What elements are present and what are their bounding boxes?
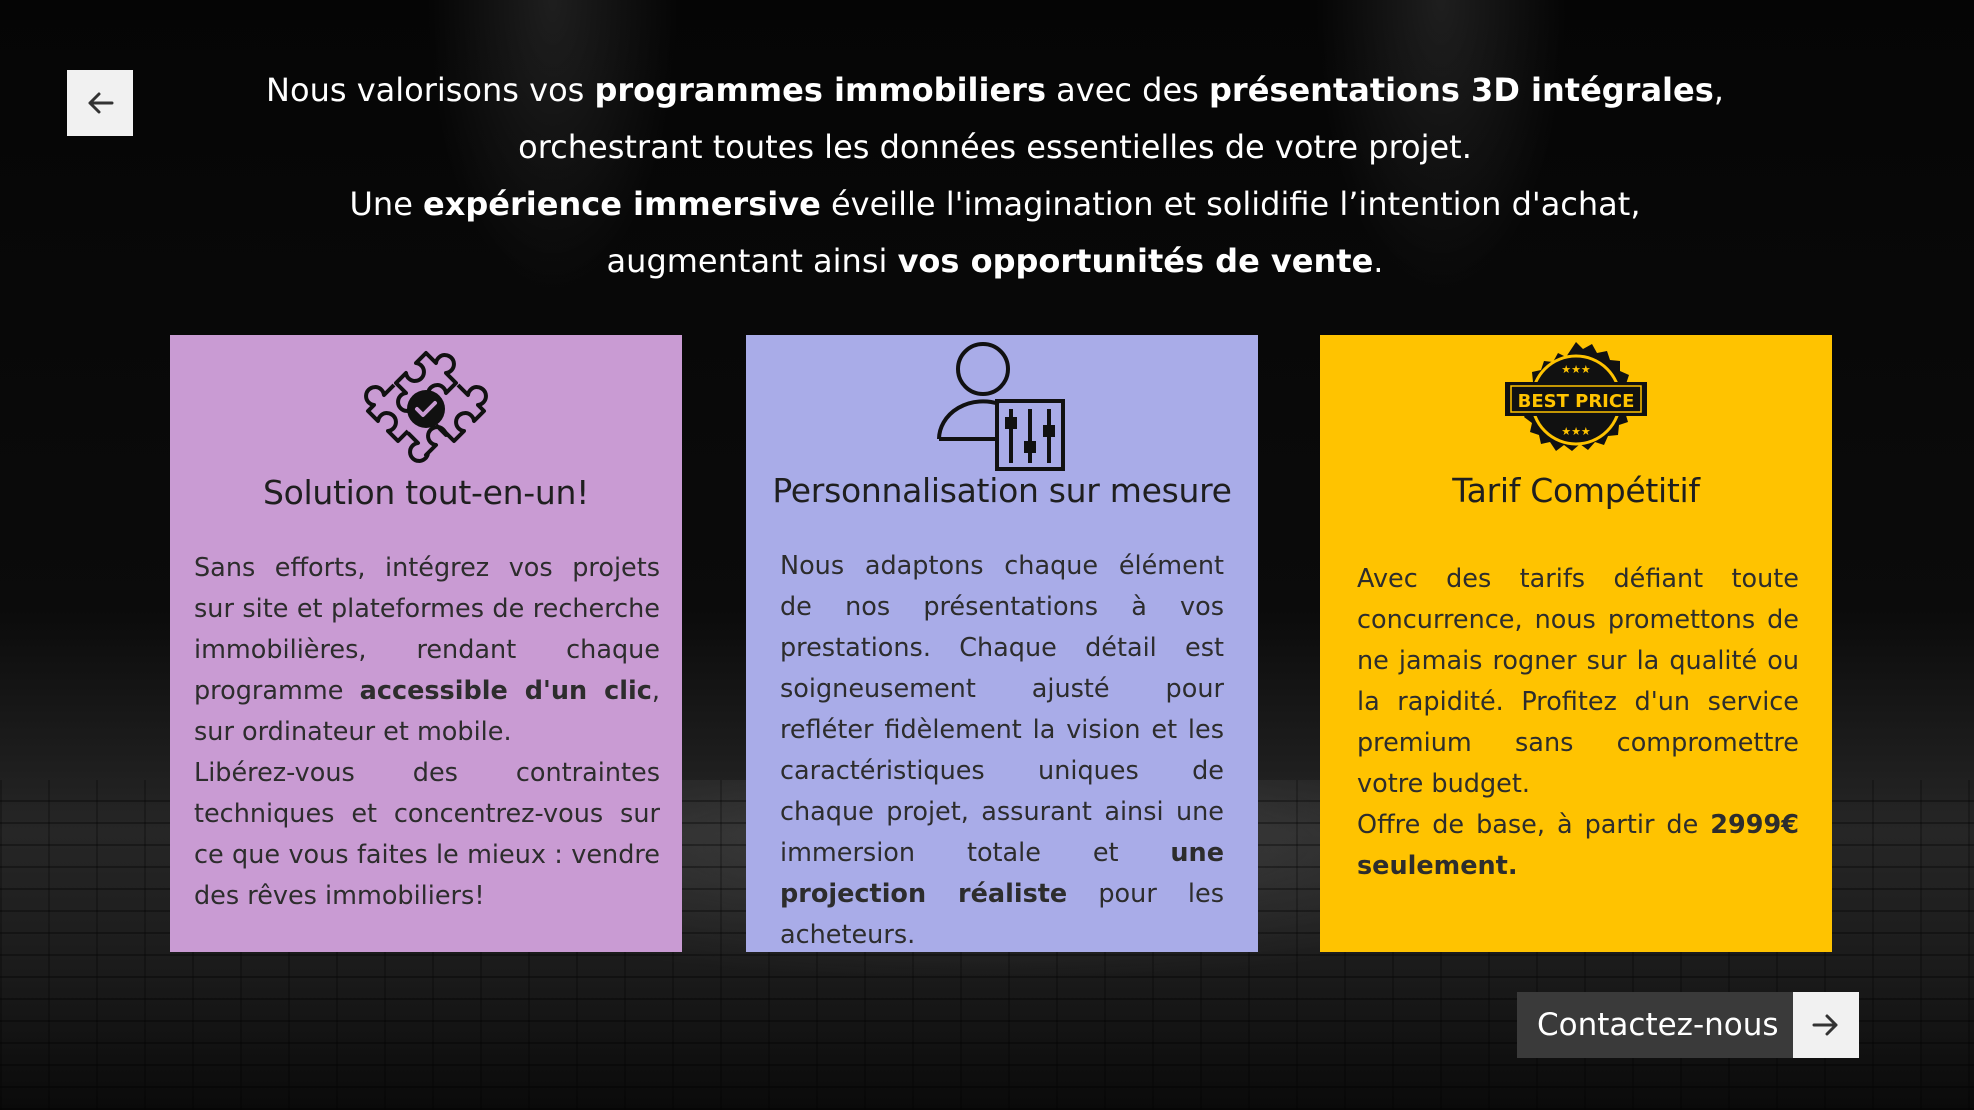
intro-text-bold: vos opportunités de vente <box>897 242 1374 280</box>
svg-text:★★★: ★★★ <box>1561 425 1591 438</box>
intro-text-segment: avec des <box>1046 71 1210 109</box>
intro-line-3: Une expérience immersive éveille l'imagi… <box>200 176 1790 233</box>
back-button[interactable] <box>67 70 133 136</box>
contact-label[interactable]: Contactez-nous <box>1517 992 1793 1058</box>
arrow-left-icon <box>88 92 114 114</box>
best-price-badge-icon: BEST PRICE ★★★ ★★★ <box>1505 342 1647 451</box>
card-customization: Personnalisation sur mesure Nous adapton… <box>746 335 1258 952</box>
intro-text-segment: augmentant ainsi <box>606 242 898 280</box>
card-paragraph: Offre de base, à partir de 2999€ seuleme… <box>1357 805 1799 887</box>
card-paragraph: Avec des tarifs défiant toute concurrenc… <box>1357 564 1799 799</box>
intro-text-segment: Nous valorisons vos <box>266 71 595 109</box>
svg-text:★★★: ★★★ <box>1561 363 1591 376</box>
intro-line-4: augmentant ainsi vos opportunités de ven… <box>200 233 1790 290</box>
card-text-bold: accessible d'un clic <box>359 676 652 706</box>
intro-line-2: orchestrant toutes les données essentiel… <box>518 128 1472 166</box>
card-body: Avec des tarifs défiant toute concurrenc… <box>1357 559 1799 887</box>
intro-text: Nous valorisons vos programmes immobilie… <box>200 62 1790 290</box>
intro-text-segment: Une <box>349 185 424 223</box>
card-body: Sans efforts, intégrez vos projets sur s… <box>194 548 660 917</box>
badge-text: BEST PRICE <box>1518 391 1635 412</box>
card-text-segment: Offre de base, à partir de <box>1357 810 1711 840</box>
intro-text-bold: programmes immobiliers <box>594 71 1046 109</box>
intro-text-segment: . <box>1373 242 1384 280</box>
puzzle-check-icon <box>364 351 488 463</box>
card-competitive-price: BEST PRICE ★★★ ★★★ Tarif Compétitif Avec… <box>1320 335 1832 952</box>
contact-button[interactable]: Contactez-nous <box>1517 992 1859 1058</box>
arrow-right-icon <box>1812 1014 1838 1036</box>
card-text-segment: Nous adaptons chaque élément de nos prés… <box>780 551 1224 868</box>
card-paragraph: Nous adaptons chaque élément de nos prés… <box>780 546 1224 956</box>
card-title: Solution tout-en-un! <box>263 473 589 512</box>
card-all-in-one: Solution tout-en-un! Sans efforts, intég… <box>170 335 682 952</box>
intro-text-bold: présentations 3D intégrales <box>1209 71 1714 109</box>
contact-arrow-button[interactable] <box>1792 992 1859 1058</box>
card-body: Nous adaptons chaque élément de nos prés… <box>780 546 1224 956</box>
card-title: Personnalisation sur mesure <box>772 471 1232 510</box>
intro-text-segment: , <box>1713 71 1724 109</box>
intro-text-bold: expérience immersive <box>423 185 821 223</box>
intro-line-1: Nous valorisons vos programmes immobilie… <box>200 62 1790 119</box>
card-title: Tarif Compétitif <box>1452 471 1700 510</box>
intro-text-segment: éveille l'imagination et solidifie l’int… <box>820 185 1641 223</box>
card-paragraph: Sans efforts, intégrez vos projets sur s… <box>194 548 660 753</box>
card-paragraph: Libérez-vous des contraintes techniques … <box>194 758 660 911</box>
user-settings-icon <box>937 342 1065 471</box>
